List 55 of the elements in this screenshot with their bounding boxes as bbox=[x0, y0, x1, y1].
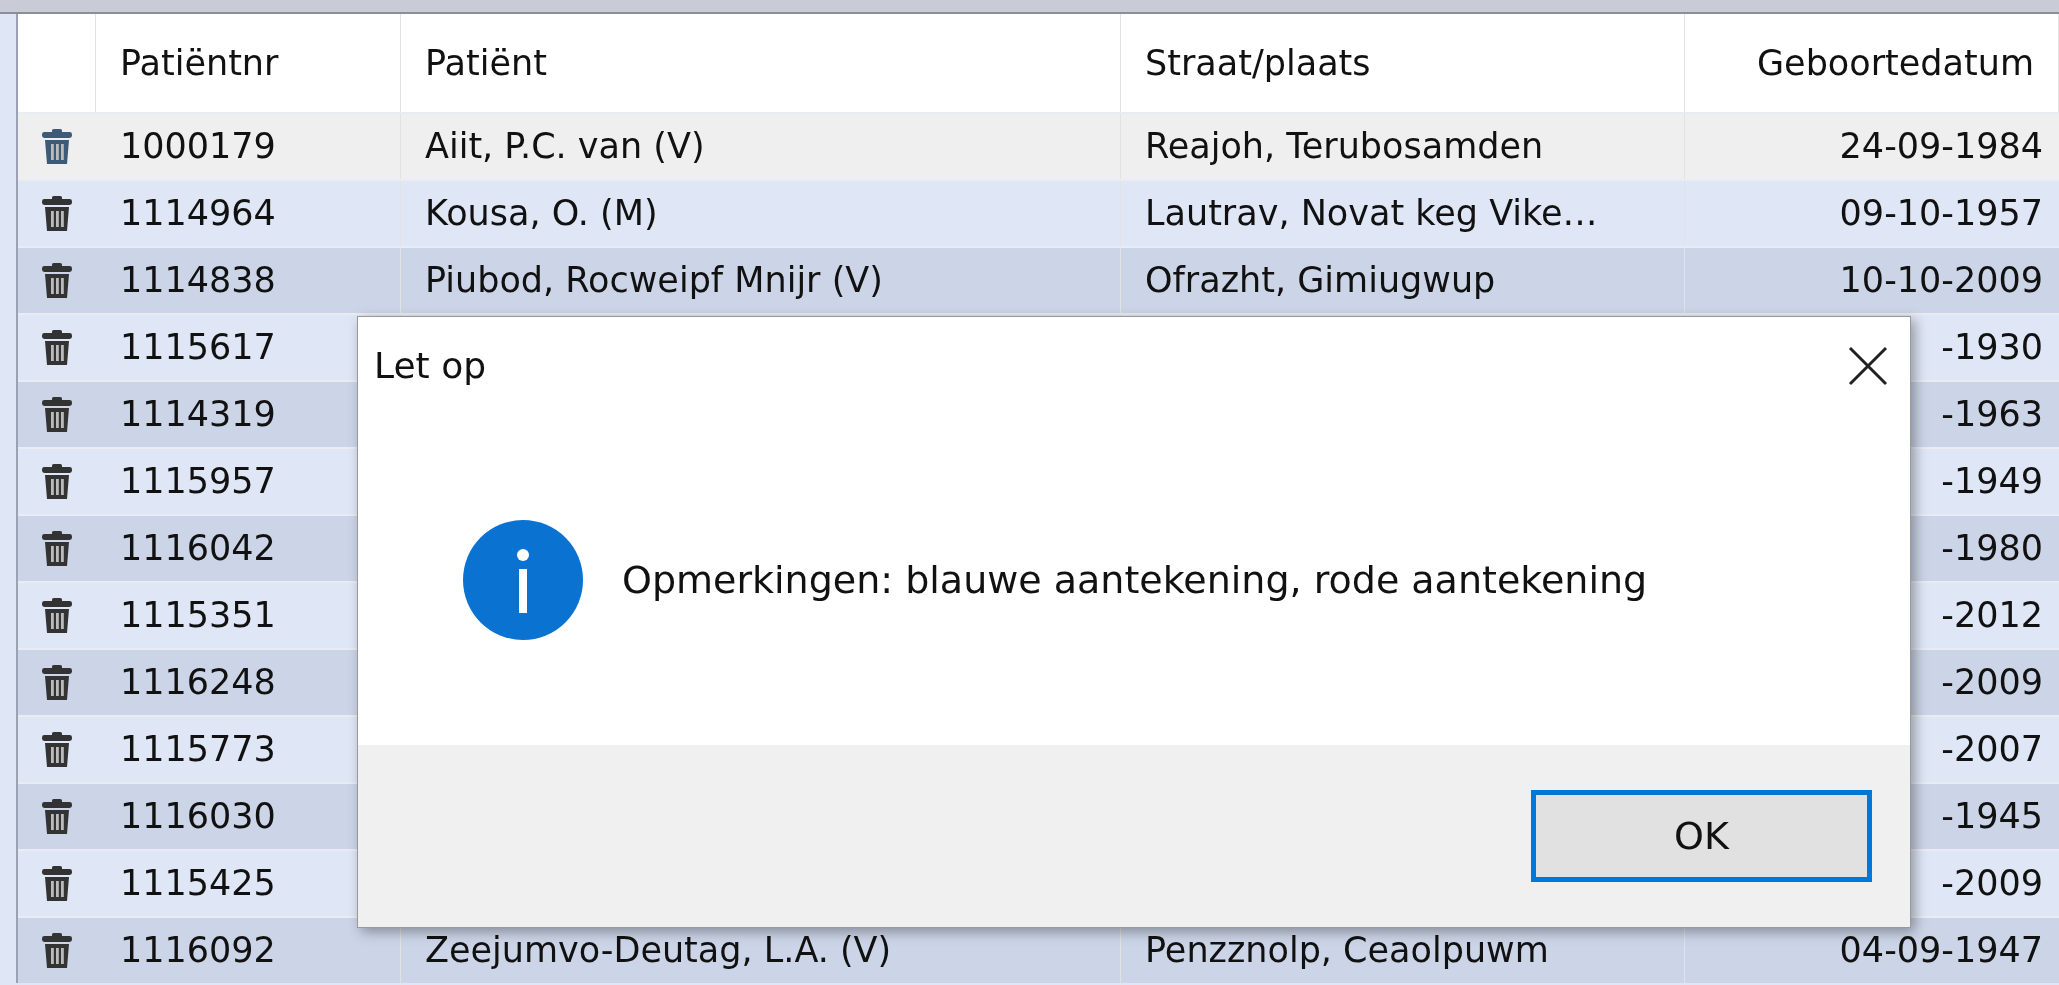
table-cell-text: 1116030 bbox=[120, 795, 276, 839]
table-cell-text: -2012 bbox=[1941, 594, 2043, 638]
table-cell-text: 10-10-2009 bbox=[1839, 259, 2043, 303]
table-cell-text: 1000179 bbox=[120, 125, 276, 169]
table-row[interactable]: 1114838 Piubod, Rocweipf Mnijr (V) Ofrazht, Gimiugwup 10-10-2009 bbox=[18, 246, 2059, 313]
table-cell-text: Ofrazht, Gimiugwup bbox=[1145, 259, 1496, 303]
trash-icon[interactable] bbox=[40, 328, 74, 367]
info-icon bbox=[462, 519, 584, 641]
trash-icon[interactable] bbox=[40, 127, 74, 166]
table-cell-text: -1949 bbox=[1941, 460, 2043, 504]
table-cell-text: 1114838 bbox=[120, 259, 276, 303]
trash-icon[interactable] bbox=[40, 395, 74, 434]
table-cell-text: -1963 bbox=[1941, 393, 2043, 437]
table-cell-text: Aiit, P.C. van (V) bbox=[425, 125, 705, 169]
table-cell-text: Lautrav, Novat keg Vike… bbox=[1145, 192, 1598, 236]
trash-icon[interactable] bbox=[40, 797, 74, 836]
table-cell-text: 1115957 bbox=[120, 460, 276, 504]
trash-icon[interactable] bbox=[40, 529, 74, 568]
trash-icon[interactable] bbox=[40, 596, 74, 635]
trash-icon[interactable] bbox=[40, 194, 74, 233]
table-cell-text: -2009 bbox=[1941, 661, 2043, 705]
table-cell-text: 1114964 bbox=[120, 192, 276, 236]
table-cell-text: Reajoh, Terubosamden bbox=[1145, 125, 1544, 169]
table-cell-text: 1115425 bbox=[120, 862, 276, 906]
table-cell-text: 1116248 bbox=[120, 661, 276, 705]
ok-button[interactable]: OK bbox=[1531, 790, 1872, 882]
table-cell-text: 1115617 bbox=[120, 326, 276, 370]
table-cell-text: 09-10-1957 bbox=[1839, 192, 2043, 236]
trash-icon[interactable] bbox=[40, 730, 74, 769]
dialog-title: Let op bbox=[374, 344, 486, 388]
trash-icon[interactable] bbox=[40, 261, 74, 300]
table-cell-text: 04-09-1947 bbox=[1839, 929, 2043, 973]
table-cell-text: -2007 bbox=[1941, 728, 2043, 772]
table-cell-text: 1114319 bbox=[120, 393, 276, 437]
trash-icon[interactable] bbox=[40, 462, 74, 501]
table-cell-text: 24-09-1984 bbox=[1839, 125, 2043, 169]
trash-icon[interactable] bbox=[40, 931, 74, 970]
table-cell-text: -2009 bbox=[1941, 862, 2043, 906]
table-cell-text: 1115351 bbox=[120, 594, 276, 638]
table-cell-text: Piubod, Rocweipf Mnijr (V) bbox=[425, 259, 883, 303]
trash-icon[interactable] bbox=[40, 864, 74, 903]
table-row[interactable]: 1114964 Kousa, O. (M) Lautrav, Novat keg Vike… 09-10-1957 bbox=[18, 179, 2059, 246]
table-cell-text: -1980 bbox=[1941, 527, 2043, 571]
close-icon[interactable] bbox=[1846, 344, 1890, 388]
table-cell-text: 1116092 bbox=[120, 929, 276, 973]
table-cell-text: 1115773 bbox=[120, 728, 276, 772]
table-cell-text: Penzznolp, Ceaolpuwm bbox=[1145, 929, 1549, 973]
table-cell-text: -1930 bbox=[1941, 326, 2043, 370]
trash-icon[interactable] bbox=[40, 663, 74, 702]
table-cell-text: -1945 bbox=[1941, 795, 2043, 839]
dialog-message: Opmerkingen: blauwe aantekening, rode aantekening bbox=[622, 556, 1648, 604]
table-row[interactable]: 1000179 Aiit, P.C. van (V) Reajoh, Terubosamden 24-09-1984 bbox=[18, 112, 2059, 179]
table-cell-text: Zeejumvo-Deutag, L.A. (V) bbox=[425, 929, 892, 973]
table-cell-text: Kousa, O. (M) bbox=[425, 192, 658, 236]
table-cell-text: 1116042 bbox=[120, 527, 276, 571]
